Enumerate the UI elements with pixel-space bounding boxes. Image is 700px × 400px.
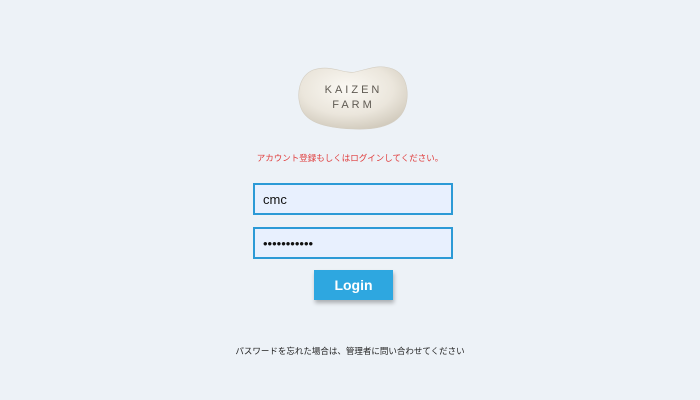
logo-text-farm: FARM <box>332 99 375 111</box>
username-input[interactable] <box>253 183 453 215</box>
login-button[interactable]: Login <box>314 270 393 300</box>
forgot-password-message: パスワードを忘れた場合は、管理者に問い合わせてください <box>235 347 465 357</box>
bean-logo-shape <box>298 66 408 130</box>
kaizen-farm-logo: KAIZEN FARM <box>297 64 410 130</box>
logo-text-kaizen: KAIZEN <box>324 84 383 96</box>
login-page: KAIZEN FARM アカウント登録もしくはログインしてください。 Login… <box>0 0 700 400</box>
password-input[interactable] <box>253 227 453 259</box>
login-error-message: アカウント登録もしくはログインしてください。 <box>256 154 444 164</box>
